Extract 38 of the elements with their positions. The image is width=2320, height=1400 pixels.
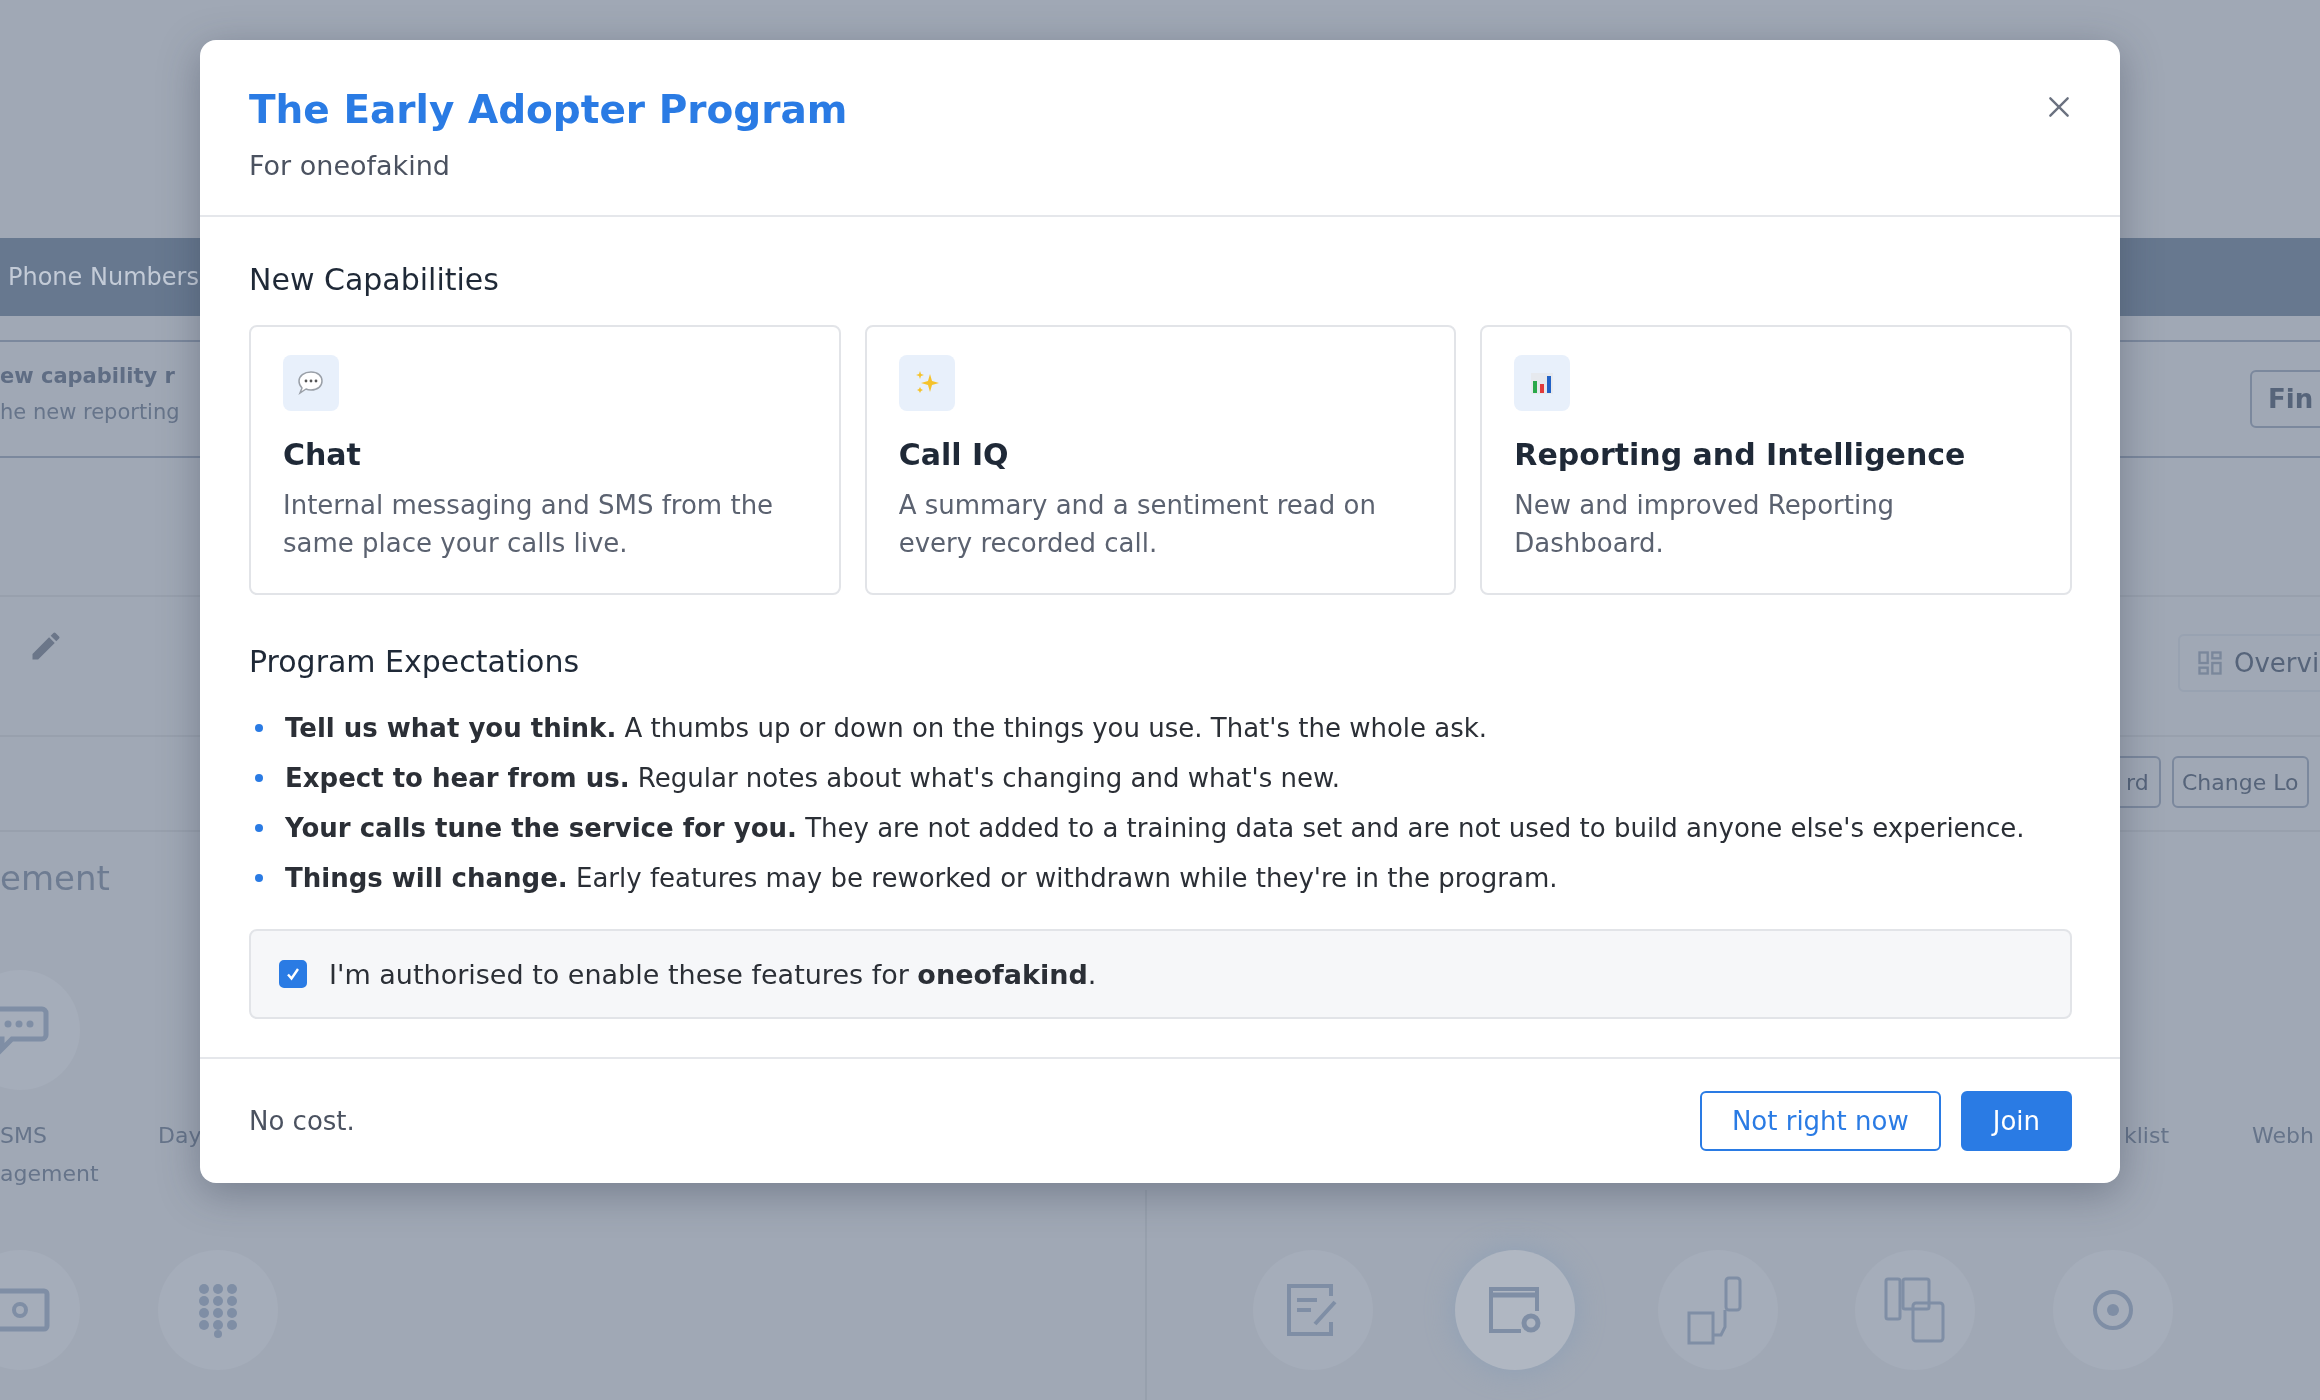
card-description: Internal messaging and SMS from the same place your calls live. <box>283 489 775 560</box>
expectation-text: Your calls tune the service for you. They are not added to a training data set and are not used to build anyone else's experience. <box>285 813 2025 843</box>
bullet-icon <box>255 824 263 832</box>
card-title: Chat <box>283 437 362 472</box>
card-title: Call IQ <box>898 437 1010 472</box>
find-button[interactable]: Fin <box>2250 370 2320 428</box>
expectation-text: Expect to hear from us. Regular notes about what's changing and what's new. <box>285 763 1341 793</box>
section-heading: New Capabilities <box>249 261 500 299</box>
card-description: New and improved Reporting Dashboard. <box>1514 489 1896 560</box>
tab-label[interactable]: Phone Numbers <box>8 263 199 291</box>
tile-label[interactable]: SMS agement <box>0 1117 99 1193</box>
section-heading: Program Expectations <box>249 643 581 681</box>
tile-label[interactable]: Day <box>158 1117 202 1155</box>
grid-icon <box>2196 649 2224 677</box>
expectation-text: Things will change. Early features may be reworked or withdrawn while they're in the program. <box>285 863 1558 893</box>
notice-text: he new reporting <box>0 400 180 424</box>
dialog-subtitle: For oneofakind <box>249 150 451 181</box>
bar-chart-icon <box>1514 355 1571 411</box>
dialog-title: The Early Adopter Program <box>249 86 848 134</box>
tile-label[interactable]: klist <box>2124 1117 2170 1155</box>
cost-note: No cost. <box>249 1106 355 1136</box>
expectation-text: Tell us what you think. A thumbs up or down on the things you use. That's the whole ask. <box>285 713 1488 743</box>
consent-label: I'm authorised to enable these features for oneofakind. <box>329 958 1097 990</box>
card-title: Reporting and Intelligence <box>1514 437 1967 472</box>
bullet-icon <box>255 724 263 732</box>
bullet-icon <box>255 874 263 882</box>
speech-bubble-icon <box>283 355 339 411</box>
bullet-icon <box>255 774 263 782</box>
join-button[interactable]: Join <box>1960 1091 2072 1151</box>
change-log-button[interactable]: Change Lo <box>2172 756 2309 808</box>
close-icon[interactable] <box>2046 94 2072 120</box>
sparkles-icon <box>898 355 955 411</box>
notice-title: ew capability r <box>0 364 175 388</box>
card-description: A summary and a sentiment read on every recorded call. <box>898 489 1377 560</box>
tile-label[interactable]: Webh <box>2252 1117 2314 1155</box>
overview-button[interactable]: Overvi <box>2178 634 2320 692</box>
checkbox[interactable] <box>279 960 307 988</box>
decline-button[interactable]: Not right now <box>1699 1091 1941 1151</box>
